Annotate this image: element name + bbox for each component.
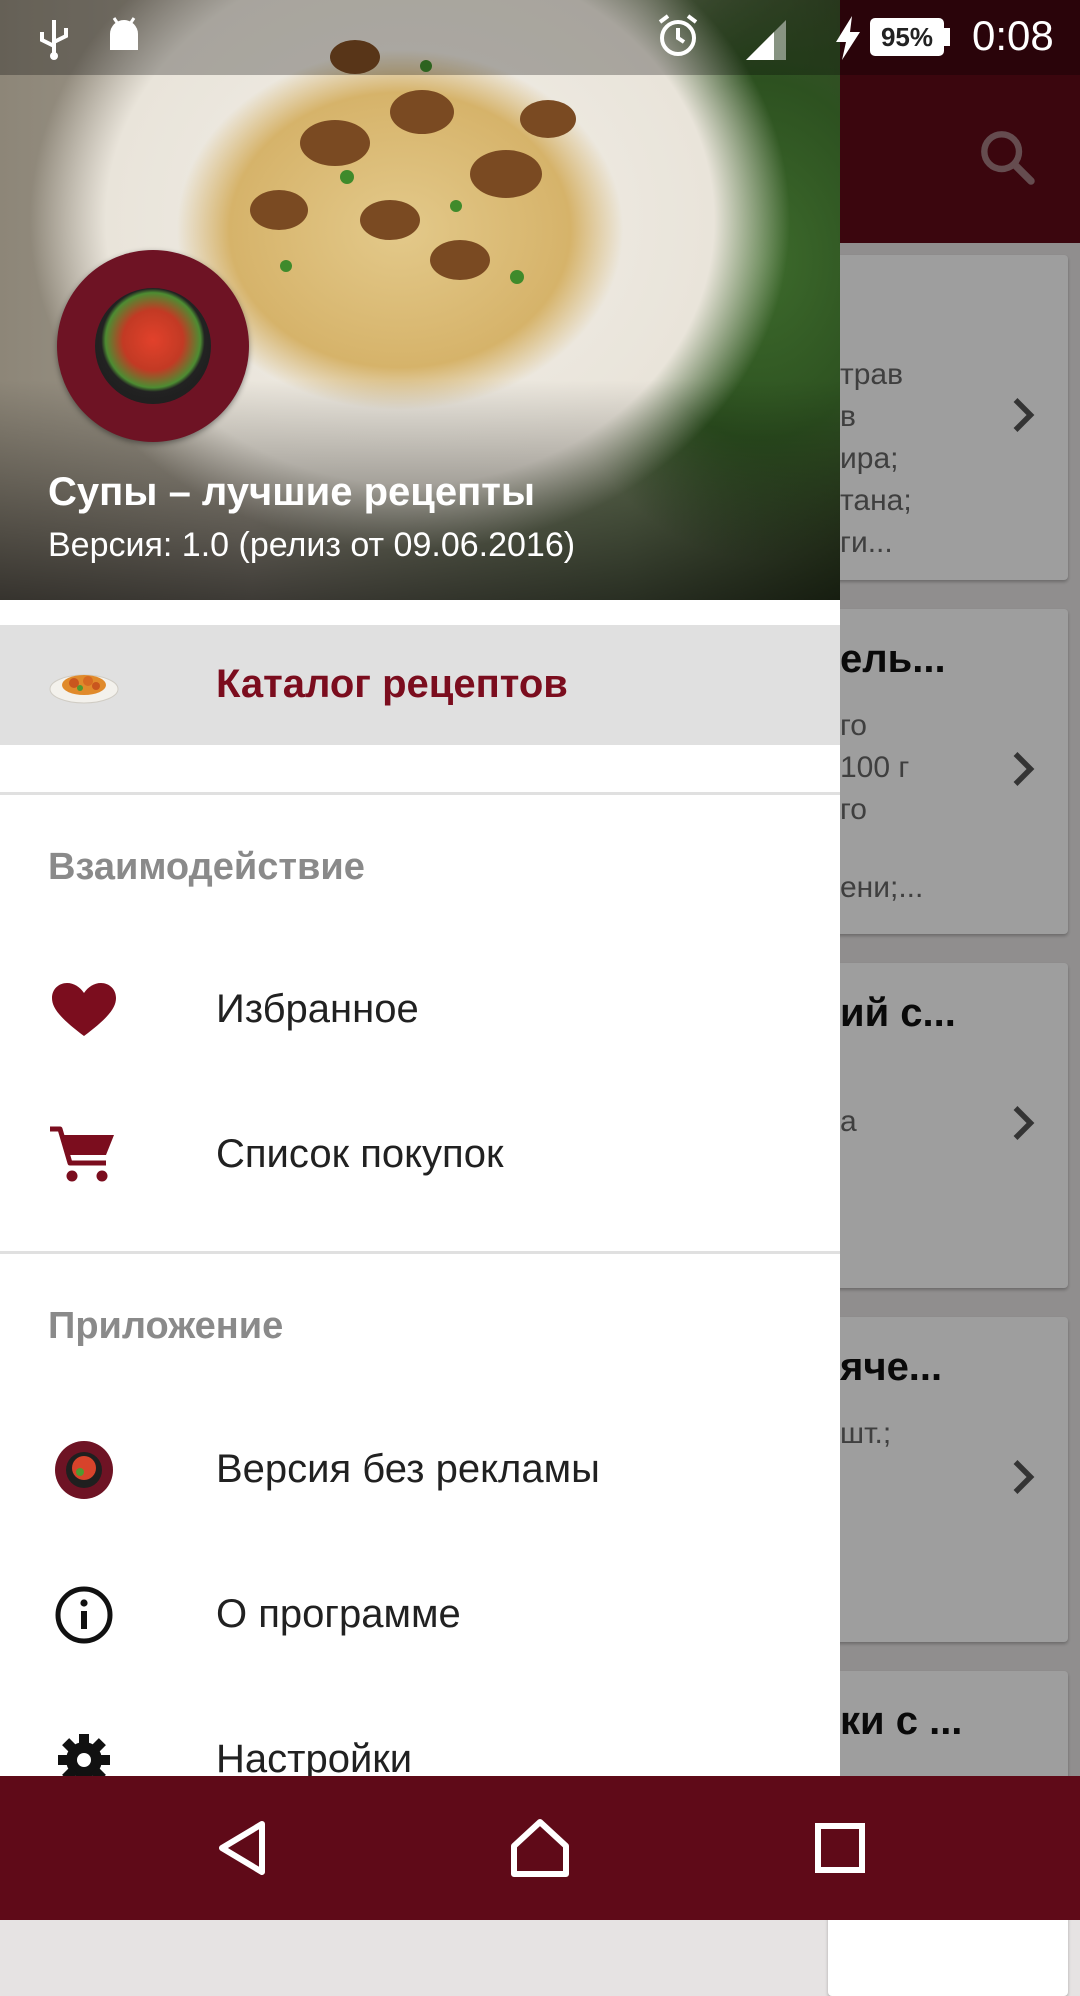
divider (0, 1251, 840, 1254)
menu-label: Каталог рецептов (216, 662, 568, 706)
battery-icon: 95% (870, 18, 944, 56)
menu-item-about[interactable]: О программе (0, 1555, 840, 1675)
app-version: Версия: 1.0 (релиз от 09.06.2016) (48, 526, 576, 564)
menu-item-favorites[interactable]: Избранное (0, 950, 840, 1070)
usb-icon (40, 20, 68, 60)
clock: 0:08 (972, 12, 1054, 59)
back-icon[interactable] (210, 1816, 274, 1880)
menu-label: Список покупок (216, 1132, 504, 1176)
drawer-header: Супы – лучшие рецепты Версия: 1.0 (релиз… (0, 0, 840, 600)
charging-icon (836, 16, 860, 60)
android-debug-icon (110, 17, 138, 50)
heart-icon (52, 983, 116, 1036)
battery-tip (944, 28, 950, 46)
menu-label: Избранное (216, 987, 419, 1031)
info-icon (55, 1586, 113, 1644)
divider (0, 792, 840, 795)
app-title: Супы – лучшие рецепты (48, 470, 535, 514)
app-logo (57, 250, 249, 442)
alarm-icon (658, 14, 698, 56)
section-header-interaction: Взаимодействие (48, 846, 365, 888)
gear-icon (58, 1734, 110, 1776)
menu-item-shopping-list[interactable]: Список покупок (0, 1095, 840, 1215)
menu-label: Версия без рекламы (216, 1447, 600, 1491)
app-logo-icon (55, 1441, 113, 1499)
signal-icon (746, 20, 786, 60)
menu-item-catalog[interactable]: Каталог рецептов (0, 625, 840, 745)
menu-item-no-ads[interactable]: Версия без рекламы (0, 1410, 840, 1530)
shopping-cart-icon (50, 1126, 114, 1182)
status-bar: 95% 0:08 (0, 0, 1080, 75)
system-nav-bar (0, 1776, 1080, 1920)
navigation-drawer: Супы – лучшие рецепты Версия: 1.0 (релиз… (0, 0, 840, 1776)
menu-label: О программе (216, 1592, 461, 1636)
section-header-app: Приложение (48, 1305, 284, 1347)
menu-label: Настройки (216, 1737, 413, 1776)
recent-apps-icon[interactable] (808, 1816, 872, 1880)
food-plate-icon (49, 674, 119, 704)
home-icon[interactable] (508, 1816, 572, 1880)
menu-item-settings[interactable]: Настройки (0, 1700, 840, 1776)
